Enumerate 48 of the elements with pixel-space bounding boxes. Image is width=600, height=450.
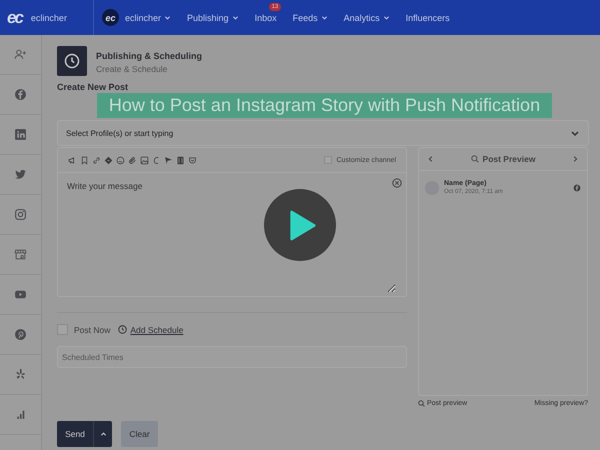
account-menu[interactable]: ec eclincher <box>102 9 172 26</box>
yelp-icon <box>14 368 27 381</box>
pinterest-icon <box>14 328 27 341</box>
paperclip-icon <box>128 156 137 164</box>
add-schedule-link[interactable]: Add Schedule <box>118 324 184 334</box>
caret-up-icon <box>100 430 106 438</box>
megaphone-icon <box>68 156 77 164</box>
nav-menu-item[interactable]: Publishing <box>187 12 239 22</box>
section-title: Create New Post <box>57 82 130 92</box>
nav-menu-item[interactable]: Analytics <box>344 12 390 22</box>
search-icon <box>418 400 425 407</box>
logo[interactable]: ec <box>7 8 22 28</box>
brand-name: eclincher <box>30 12 67 22</box>
preview-title: Post Preview <box>482 154 536 164</box>
instagram-icon <box>14 208 27 221</box>
account-avatar: ec <box>102 9 119 26</box>
post-now-checkbox[interactable]: Post Now <box>57 324 110 335</box>
chevron-left-icon <box>427 155 435 163</box>
play-icon <box>289 210 316 240</box>
smiley-icon <box>116 156 125 164</box>
bird-icon <box>14 168 27 181</box>
clock-icon <box>57 46 87 76</box>
facebook-icon <box>573 184 581 192</box>
linkedin-icon <box>14 128 27 141</box>
clear-button[interactable]: Clear <box>121 421 158 447</box>
scheduled-times-field[interactable]: Scheduled Times <box>57 346 407 368</box>
store-icon <box>14 248 27 261</box>
clock-icon <box>118 325 128 334</box>
flag-icon <box>164 156 173 164</box>
page-subtitle: Create & Schedule <box>96 64 168 74</box>
link-icon <box>92 156 101 164</box>
profile-select[interactable]: Select Profile(s) or start typing <box>57 120 589 146</box>
youtube-icon <box>14 288 27 301</box>
video-title-banner: How to Post an Instagram Story with Push Notification <box>97 93 552 118</box>
add-user-icon <box>14 48 27 61</box>
nav-menu-item[interactable]: Influencers <box>406 12 450 22</box>
search-icon <box>470 155 479 163</box>
facebook-icon <box>14 88 27 101</box>
diamond-icon <box>104 156 113 164</box>
bookmark-icon <box>80 156 89 164</box>
image-icon <box>140 156 149 164</box>
curve-icon <box>152 156 161 164</box>
nav-menu-item[interactable]: Feeds <box>292 12 328 22</box>
close-icon <box>392 178 402 188</box>
page-title: Publishing & Scheduling <box>96 51 202 61</box>
send-button[interactable]: Send <box>57 421 93 447</box>
shield-icon <box>188 156 197 164</box>
film-icon <box>176 156 185 164</box>
